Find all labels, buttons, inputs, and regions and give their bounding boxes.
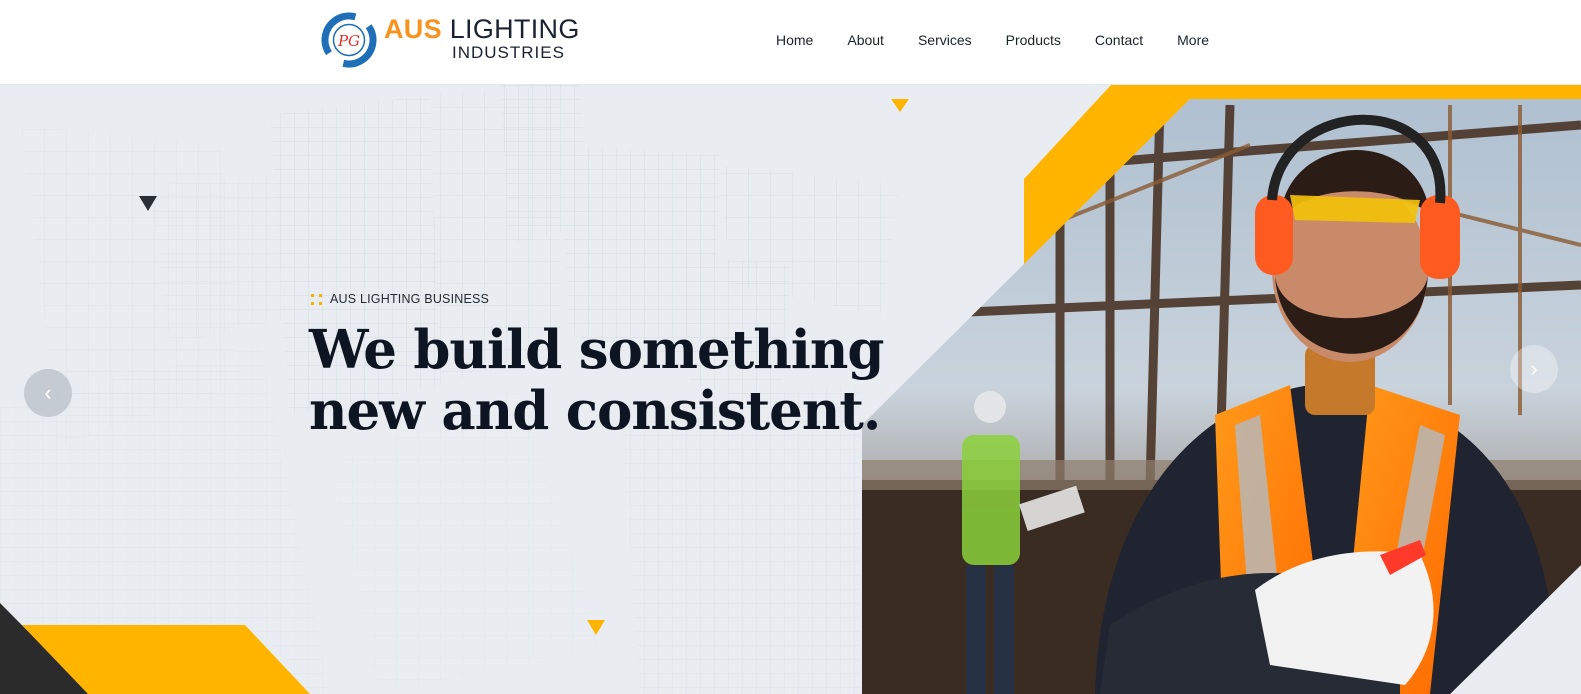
nav-item-products[interactable]: Products: [1006, 31, 1061, 53]
nav-item-services[interactable]: Services: [918, 31, 972, 53]
logo-brand-highlight: AUS: [384, 14, 442, 44]
logo-monogram: PG: [337, 32, 360, 50]
nav-item-about[interactable]: About: [847, 31, 884, 53]
logo[interactable]: PG AUS LIGHTING INDUSTRIES: [321, 12, 579, 72]
nav-item-home[interactable]: Home: [776, 31, 813, 53]
chevron-right-icon: ›: [1530, 356, 1538, 381]
site-header: PG AUS LIGHTING INDUSTRIES Home About Se…: [0, 0, 1581, 85]
hero-slider: AUS LIGHTING BUSINESS We build something…: [0, 85, 1581, 694]
chevron-left-icon: ‹: [44, 380, 52, 405]
eyebrow-dots-icon: [311, 293, 322, 305]
hero-eyebrow-text: AUS LIGHTING BUSINESS: [330, 292, 490, 306]
nav-item-contact[interactable]: Contact: [1095, 31, 1143, 53]
slider-prev-button[interactable]: ‹: [24, 369, 72, 417]
hero-headline: We build something new and consistent.: [309, 319, 884, 442]
logo-mark-icon: PG: [321, 12, 377, 68]
hero-headline-line2: new and consistent.: [309, 380, 881, 442]
main-nav: Home About Services Products Contact Mor…: [776, 31, 1209, 53]
hero-eyebrow: AUS LIGHTING BUSINESS: [311, 292, 489, 306]
nav-item-more[interactable]: More: [1177, 31, 1209, 53]
hero-headline-line1: We build something: [309, 319, 884, 381]
slider-next-button[interactable]: ›: [1510, 345, 1558, 393]
logo-title: AUS LIGHTING: [384, 14, 580, 45]
logo-brand-word: LIGHTING: [449, 14, 580, 44]
logo-subline: INDUSTRIES: [452, 43, 565, 62]
